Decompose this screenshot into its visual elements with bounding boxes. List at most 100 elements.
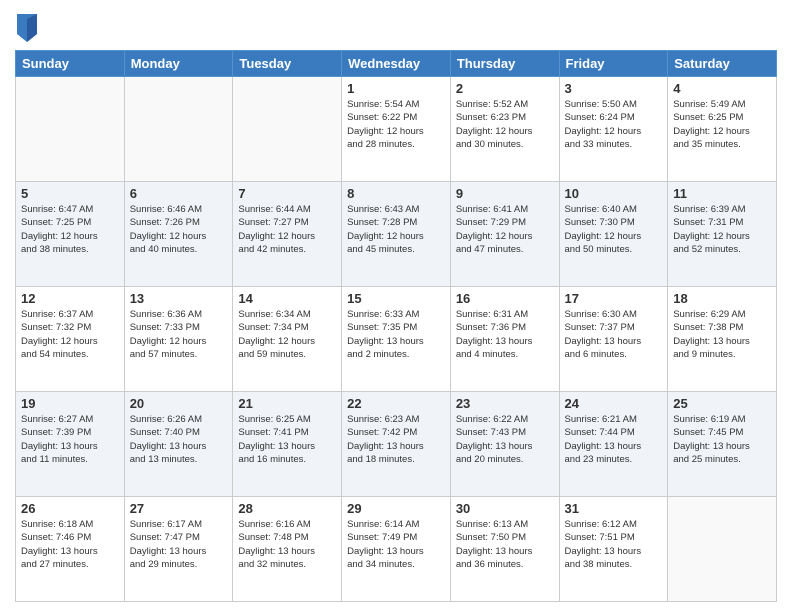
day-number: 16 [456, 291, 554, 306]
day-info: Sunrise: 6:43 AM Sunset: 7:28 PM Dayligh… [347, 203, 445, 256]
table-row: 14Sunrise: 6:34 AM Sunset: 7:34 PM Dayli… [233, 287, 342, 392]
table-row [124, 77, 233, 182]
day-info: Sunrise: 6:12 AM Sunset: 7:51 PM Dayligh… [565, 518, 663, 571]
table-row: 19 Sunrise: 6:27 AM Sunset: 7:39 PM Dayli… [16, 392, 125, 497]
day-info: Sunrise: 6:29 AM Sunset: 7:38 PM Dayligh… [673, 308, 771, 361]
day-number: 29 [347, 501, 445, 516]
day-info: Sunrise: 6:21 AM Sunset: 7:44 PM Dayligh… [565, 413, 663, 466]
calendar-header-row: Sunday Monday Tuesday Wednesday Thursday… [16, 51, 777, 77]
day-number: 26 [21, 501, 119, 516]
day-info: Sunrise: 6:16 AM Sunset: 7:48 PM Dayligh… [238, 518, 336, 571]
table-row: 18 Sunrise: 6:29 AM Sunset: 7:38 PM Dayli… [668, 287, 777, 392]
calendar-week-row: 12 Sunrise: 6:37 AM Sunset: 7:32 PM Dayli… [16, 287, 777, 392]
col-monday: Monday [124, 51, 233, 77]
day-info: Sunrise: 6:27 AM Sunset: 7:39 PM Dayligh… [21, 413, 119, 466]
table-row: 17 Sunrise: 6:30 AM Sunset: 7:37 PM Dayli… [559, 287, 668, 392]
day-info: Sunrise: 5:54 AM Sunset: 6:22 PM Dayligh… [347, 98, 445, 151]
day-number: 18 [673, 291, 771, 306]
day-number: 31 [565, 501, 663, 516]
day-info: Sunrise: 6:26 AM Sunset: 7:40 PM Dayligh… [130, 413, 228, 466]
table-row: 29 Sunrise: 6:14 AM Sunset: 7:49 PM Dayli… [342, 497, 451, 602]
day-info: Sunrise: 5:50 AM Sunset: 6:24 PM Dayligh… [565, 98, 663, 151]
col-saturday: Saturday [668, 51, 777, 77]
day-info: Sunrise: 6:13 AM Sunset: 7:50 PM Dayligh… [456, 518, 554, 571]
table-row: 1 Sunrise: 5:54 AM Sunset: 6:22 PM Daylig… [342, 77, 451, 182]
table-row: 13 Sunrise: 6:36 AM Sunset: 7:33 PM Dayli… [124, 287, 233, 392]
day-number: 17 [565, 291, 663, 306]
table-row: 7Sunrise: 6:44 AM Sunset: 7:27 PM Daylig… [233, 182, 342, 287]
day-number: 3 [565, 81, 663, 96]
day-info: Sunrise: 6:23 AM Sunset: 7:42 PM Dayligh… [347, 413, 445, 466]
day-info: Sunrise: 6:46 AM Sunset: 7:26 PM Dayligh… [130, 203, 228, 256]
logo [15, 14, 41, 42]
table-row: 22 Sunrise: 6:23 AM Sunset: 7:42 PM Dayli… [342, 392, 451, 497]
col-sunday: Sunday [16, 51, 125, 77]
table-row: 9 Sunrise: 6:41 AM Sunset: 7:29 PM Daylig… [450, 182, 559, 287]
day-number: 1 [347, 81, 445, 96]
day-info: Sunrise: 6:47 AM Sunset: 7:25 PM Dayligh… [21, 203, 119, 256]
day-info: Sunrise: 6:37 AM Sunset: 7:32 PM Dayligh… [21, 308, 119, 361]
col-wednesday: Wednesday [342, 51, 451, 77]
table-row: 27Sunrise: 6:17 AM Sunset: 7:47 PM Dayli… [124, 497, 233, 602]
calendar-week-row: 19 Sunrise: 6:27 AM Sunset: 7:39 PM Dayli… [16, 392, 777, 497]
table-row: 11 Sunrise: 6:39 AM Sunset: 7:31 PM Dayli… [668, 182, 777, 287]
day-number: 20 [130, 396, 228, 411]
day-info: Sunrise: 6:36 AM Sunset: 7:33 PM Dayligh… [130, 308, 228, 361]
day-number: 23 [456, 396, 554, 411]
table-row: 20 Sunrise: 6:26 AM Sunset: 7:40 PM Dayli… [124, 392, 233, 497]
day-info: Sunrise: 6:34 AM Sunset: 7:34 PM Dayligh… [238, 308, 336, 361]
day-number: 13 [130, 291, 228, 306]
day-number: 25 [673, 396, 771, 411]
day-number: 4 [673, 81, 771, 96]
calendar-table: Sunday Monday Tuesday Wednesday Thursday… [15, 50, 777, 602]
day-number: 9 [456, 186, 554, 201]
table-row: 16 Sunrise: 6:31 AM Sunset: 7:36 PM Dayli… [450, 287, 559, 392]
table-row: 8Sunrise: 6:43 AM Sunset: 7:28 PM Daylig… [342, 182, 451, 287]
day-number: 5 [21, 186, 119, 201]
table-row: 31 Sunrise: 6:12 AM Sunset: 7:51 PM Dayli… [559, 497, 668, 602]
day-number: 11 [673, 186, 771, 201]
day-info: Sunrise: 6:41 AM Sunset: 7:29 PM Dayligh… [456, 203, 554, 256]
table-row: 26Sunrise: 6:18 AM Sunset: 7:46 PM Dayli… [16, 497, 125, 602]
calendar-week-row: 26Sunrise: 6:18 AM Sunset: 7:46 PM Dayli… [16, 497, 777, 602]
day-number: 15 [347, 291, 445, 306]
col-thursday: Thursday [450, 51, 559, 77]
day-info: Sunrise: 6:40 AM Sunset: 7:30 PM Dayligh… [565, 203, 663, 256]
day-info: Sunrise: 6:19 AM Sunset: 7:45 PM Dayligh… [673, 413, 771, 466]
table-row [668, 497, 777, 602]
day-info: Sunrise: 5:52 AM Sunset: 6:23 PM Dayligh… [456, 98, 554, 151]
day-info: Sunrise: 6:14 AM Sunset: 7:49 PM Dayligh… [347, 518, 445, 571]
day-info: Sunrise: 6:22 AM Sunset: 7:43 PM Dayligh… [456, 413, 554, 466]
table-row: 6 Sunrise: 6:46 AM Sunset: 7:26 PM Daylig… [124, 182, 233, 287]
day-number: 22 [347, 396, 445, 411]
logo-icon [17, 14, 37, 42]
day-number: 30 [456, 501, 554, 516]
table-row: 15 Sunrise: 6:33 AM Sunset: 7:35 PM Dayli… [342, 287, 451, 392]
day-info: Sunrise: 6:33 AM Sunset: 7:35 PM Dayligh… [347, 308, 445, 361]
day-number: 10 [565, 186, 663, 201]
page: Sunday Monday Tuesday Wednesday Thursday… [0, 0, 792, 612]
day-number: 6 [130, 186, 228, 201]
header [15, 10, 777, 42]
table-row: 25 Sunrise: 6:19 AM Sunset: 7:45 PM Dayli… [668, 392, 777, 497]
table-row: 23 Sunrise: 6:22 AM Sunset: 7:43 PM Dayli… [450, 392, 559, 497]
table-row: 24 Sunrise: 6:21 AM Sunset: 7:44 PM Dayli… [559, 392, 668, 497]
day-number: 12 [21, 291, 119, 306]
table-row: 5 Sunrise: 6:47 AM Sunset: 7:25 PM Daylig… [16, 182, 125, 287]
day-number: 28 [238, 501, 336, 516]
table-row: 21Sunrise: 6:25 AM Sunset: 7:41 PM Dayli… [233, 392, 342, 497]
day-info: Sunrise: 6:30 AM Sunset: 7:37 PM Dayligh… [565, 308, 663, 361]
day-number: 27 [130, 501, 228, 516]
table-row [16, 77, 125, 182]
day-info: Sunrise: 6:31 AM Sunset: 7:36 PM Dayligh… [456, 308, 554, 361]
day-info: Sunrise: 5:49 AM Sunset: 6:25 PM Dayligh… [673, 98, 771, 151]
day-number: 24 [565, 396, 663, 411]
day-number: 7 [238, 186, 336, 201]
day-number: 2 [456, 81, 554, 96]
day-info: Sunrise: 6:39 AM Sunset: 7:31 PM Dayligh… [673, 203, 771, 256]
table-row: 30 Sunrise: 6:13 AM Sunset: 7:50 PM Dayli… [450, 497, 559, 602]
day-number: 19 [21, 396, 119, 411]
calendar-week-row: 1 Sunrise: 5:54 AM Sunset: 6:22 PM Daylig… [16, 77, 777, 182]
table-row [233, 77, 342, 182]
table-row: 10 Sunrise: 6:40 AM Sunset: 7:30 PM Dayli… [559, 182, 668, 287]
